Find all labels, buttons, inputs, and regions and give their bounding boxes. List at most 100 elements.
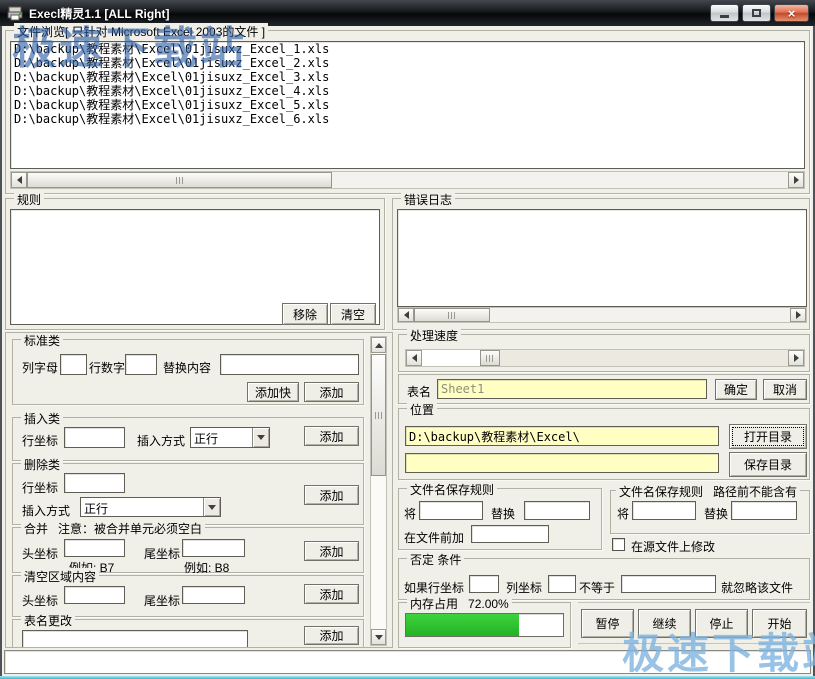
- fname-replace-input[interactable]: [524, 501, 590, 520]
- file-browser-label: 文件浏览[ 只针对 Microsoft Excel 2003的文件 ]: [14, 23, 268, 40]
- add-fast-button[interactable]: 添加快: [247, 382, 299, 402]
- file-browser-group: 文件浏览[ 只针对 Microsoft Excel 2003的文件 ] D:\b…: [5, 30, 810, 194]
- insert-row-input[interactable]: [64, 427, 125, 448]
- sheet-rename-input[interactable]: [22, 630, 248, 648]
- close-button[interactable]: ×: [774, 4, 809, 22]
- file-list-item[interactable]: D:\backup\教程素材\Excel\01jisuxz_Excel_4.xl…: [11, 84, 804, 98]
- file-list-item[interactable]: D:\backup\教程素材\Excel\01jisuxz_Excel_2.xl…: [11, 56, 804, 70]
- memory-label: 内存占用72.00%: [407, 595, 512, 612]
- sheet-name-box: 表名 确定 取消: [398, 374, 810, 404]
- scroll-right-arrow-icon[interactable]: [790, 308, 806, 322]
- save-dir-button[interactable]: 保存目录: [729, 452, 807, 477]
- modify-source-label: 在源文件上修改: [631, 538, 715, 555]
- fname-prefix-input[interactable]: [471, 525, 549, 543]
- file-list[interactable]: D:\backup\教程素材\Excel\01jisuxz_Excel_1.xl…: [10, 41, 805, 169]
- file-list-item[interactable]: D:\backup\教程素材\Excel\01jisuxz_Excel_6.xl…: [11, 112, 804, 126]
- merge-tail-input[interactable]: [182, 539, 245, 557]
- fname-from-input[interactable]: [419, 501, 483, 520]
- memory-progress-fill: [406, 614, 519, 636]
- rule-editor-panel: 标准类 列字母 行数字 替换内容 添加快 添加 插入类 行坐标 插入方式 正行 …: [5, 332, 393, 648]
- speed-slider-thumb[interactable]: [480, 350, 500, 366]
- scroll-left-arrow-icon[interactable]: [11, 172, 27, 188]
- insert-add-button[interactable]: 添加: [304, 426, 359, 446]
- standard-add-button[interactable]: 添加: [304, 382, 359, 402]
- replace-content-label: 替换内容: [163, 359, 211, 376]
- app-icon: [7, 5, 23, 21]
- negate-value-input[interactable]: [621, 575, 716, 593]
- maximize-icon: [752, 9, 761, 17]
- replace-content-input[interactable]: [220, 354, 359, 375]
- scroll-track[interactable]: [490, 308, 790, 322]
- delete-mode-label: 插入方式: [22, 502, 70, 519]
- negate-row-input[interactable]: [469, 575, 499, 593]
- file-list-hscroll-thumb[interactable]: [27, 172, 332, 188]
- error-log-hscrollbar[interactable]: [397, 307, 807, 323]
- delete-group: 删除类 行坐标 插入方式 正行 添加: [12, 463, 364, 525]
- sheet-rename-label: 表名更改: [21, 612, 75, 629]
- speed-track-left[interactable]: [422, 350, 480, 366]
- file-list-hscrollbar[interactable]: [10, 171, 805, 189]
- merge-label: 合并注意：被合并单元必须空白: [21, 520, 205, 537]
- delete-mode-select[interactable]: 正行: [80, 497, 221, 517]
- file-list-item[interactable]: D:\backup\教程素材\Excel\01jisuxz_Excel_1.xl…: [11, 42, 804, 56]
- clear-head-input[interactable]: [64, 586, 125, 604]
- scroll-down-arrow-icon[interactable]: [371, 629, 386, 645]
- error-log-hscroll-thumb[interactable]: [414, 308, 490, 322]
- sheet-name-input[interactable]: [437, 379, 707, 399]
- merge-head-input[interactable]: [64, 539, 125, 557]
- path-replace-input[interactable]: [731, 501, 797, 520]
- negate-col-input[interactable]: [548, 575, 576, 593]
- pause-button[interactable]: 暂停: [581, 609, 634, 638]
- fname-prefix-label: 在文件前加: [404, 529, 464, 546]
- stop-button[interactable]: 停止: [695, 609, 748, 638]
- ok-button[interactable]: 确定: [715, 379, 757, 400]
- path-rule-group: 文件名保存规则路径前不能含有 将 替换: [610, 490, 810, 534]
- clear-rules-button[interactable]: 清空: [330, 303, 376, 325]
- open-dir-button[interactable]: 打开目录: [729, 424, 807, 449]
- chevron-down-icon[interactable]: [252, 428, 269, 447]
- error-log-list[interactable]: [397, 209, 807, 307]
- speed-slider[interactable]: [405, 349, 805, 367]
- merge-add-button[interactable]: 添加: [304, 541, 359, 561]
- file-list-item[interactable]: D:\backup\教程素材\Excel\01jisuxz_Excel_5.xl…: [11, 98, 804, 112]
- sheet-rename-group: 表名更改 添加: [12, 619, 364, 648]
- rules-group: 规则 移除 清空: [5, 198, 385, 330]
- clear-tail-input[interactable]: [182, 586, 245, 604]
- sheet-rename-add-button[interactable]: 添加: [304, 626, 359, 645]
- delete-add-button[interactable]: 添加: [304, 485, 359, 505]
- clear-region-label: 清空区域内容: [21, 568, 99, 585]
- insert-mode-label: 插入方式: [137, 432, 185, 449]
- scroll-track[interactable]: [332, 172, 788, 188]
- resume-button[interactable]: 继续: [638, 609, 691, 638]
- remove-rule-button[interactable]: 移除: [282, 303, 328, 325]
- filename-rule-group: 文件名保存规则 将 替换 在文件前加: [398, 488, 602, 550]
- col-letter-input[interactable]: [60, 354, 87, 375]
- scroll-left-arrow-icon[interactable]: [398, 308, 414, 322]
- row-number-input[interactable]: [125, 354, 157, 375]
- open-dir-input[interactable]: [405, 426, 719, 446]
- modify-source-checkbox[interactable]: [612, 538, 625, 551]
- clear-region-add-button[interactable]: 添加: [304, 584, 359, 604]
- start-button[interactable]: 开始: [752, 609, 807, 638]
- negate-neq-label: 不等于: [579, 579, 615, 596]
- speed-track-right[interactable]: [500, 350, 788, 366]
- panel-vscrollbar[interactable]: [370, 336, 387, 646]
- memory-progressbar: [405, 613, 564, 637]
- path-from-label: 将: [617, 505, 629, 522]
- insert-mode-select[interactable]: 正行: [190, 427, 270, 448]
- cancel-button[interactable]: 取消: [763, 379, 807, 400]
- chevron-down-icon[interactable]: [203, 498, 220, 516]
- row-number-label: 行数字: [89, 359, 125, 376]
- scroll-left-arrow-icon[interactable]: [406, 350, 422, 366]
- maximize-button[interactable]: [742, 4, 771, 22]
- file-list-item[interactable]: D:\backup\教程素材\Excel\01jisuxz_Excel_3.xl…: [11, 70, 804, 84]
- delete-row-input[interactable]: [64, 473, 125, 493]
- scroll-up-arrow-icon[interactable]: [371, 337, 386, 353]
- path-from-input[interactable]: [632, 501, 696, 520]
- scroll-right-arrow-icon[interactable]: [788, 172, 804, 188]
- status-bar: [4, 650, 811, 674]
- scroll-right-arrow-icon[interactable]: [788, 350, 804, 366]
- minimize-button[interactable]: [710, 4, 739, 22]
- save-dir-input[interactable]: [405, 453, 719, 473]
- panel-vscroll-thumb[interactable]: [371, 354, 386, 476]
